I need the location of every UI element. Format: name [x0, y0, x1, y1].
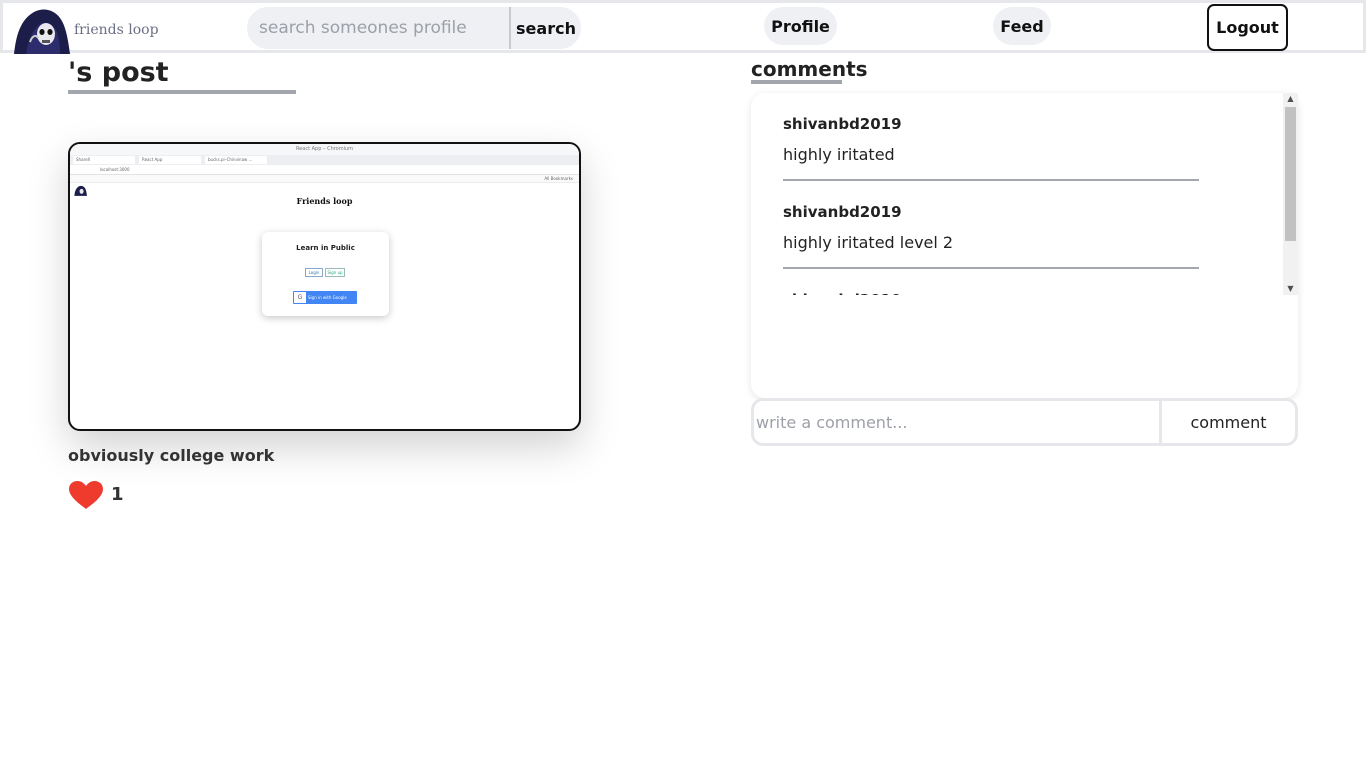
like-count: 1 — [111, 484, 124, 505]
post-image: React App – Chromium ShareX React App bu… — [68, 142, 581, 431]
mini-signup-button: Sign up — [325, 268, 345, 277]
mini-bookmark: All Bookmarks — [544, 176, 573, 181]
comments-list[interactable]: shivanbd2019 highly iritated shivanbd201… — [751, 93, 1298, 295]
mini-window-title: React App – Chromium — [70, 144, 579, 155]
mini-card-title: Learn in Public — [296, 244, 355, 252]
mini-bookmarks-bar: All Bookmarks — [70, 175, 579, 183]
comment-item: shivanbd2019 — [783, 269, 1199, 295]
post-title-underline — [68, 90, 296, 94]
comments-panel: shivanbd2019 highly iritated shivanbd201… — [751, 93, 1298, 398]
mini-tab: bucks.pi–Chinvinaw ... — [205, 156, 267, 164]
comment-input[interactable] — [751, 398, 1162, 446]
logo[interactable]: friends loop — [8, 6, 159, 54]
comment-username[interactable]: shivanbd2019 — [783, 291, 902, 295]
comment-username[interactable]: shivanbd2019 — [783, 203, 902, 221]
mini-reaper-logo-icon — [74, 185, 87, 196]
google-icon: G — [294, 292, 306, 303]
comment-item: shivanbd2019 highly iritated — [783, 93, 1199, 181]
post-caption: obviously college work — [68, 446, 275, 465]
comments-scrollbar[interactable]: ▲ ▼ — [1283, 93, 1298, 295]
mini-tab: React App — [139, 156, 201, 164]
nav-feed-link[interactable]: Feed — [993, 7, 1051, 45]
logo-text: friends loop — [74, 22, 159, 38]
mini-tab: ShareX — [73, 156, 135, 164]
navbar: friends loop search Profile Feed Logout — [0, 0, 1366, 54]
mini-login-button: Login — [305, 268, 323, 277]
comment-item: shivanbd2019 highly iritated level 2 — [783, 181, 1199, 269]
nav-profile-link[interactable]: Profile — [764, 7, 837, 45]
scroll-up-arrow-icon[interactable]: ▲ — [1283, 93, 1298, 105]
mini-google-button: G Sign in with Google — [293, 291, 357, 304]
post-title: 's post — [68, 57, 169, 88]
mini-url-bar: localhost:3000 — [70, 165, 579, 175]
scroll-down-arrow-icon[interactable]: ▼ — [1283, 283, 1298, 295]
comment-text: highly iritated level 2 — [783, 233, 954, 252]
comment-username[interactable]: shivanbd2019 — [783, 115, 902, 133]
mini-google-label: Sign in with Google — [308, 295, 347, 300]
heart-icon[interactable] — [68, 480, 104, 510]
comment-submit-button[interactable]: comment — [1162, 398, 1298, 446]
mini-heading: Friends loop — [296, 196, 353, 206]
comment-form: comment — [751, 398, 1298, 446]
search-input[interactable] — [247, 7, 509, 49]
search-button[interactable]: search — [509, 7, 581, 49]
comment-text: highly iritated — [783, 145, 895, 164]
comments-title: comments — [751, 57, 868, 81]
mini-tab-bar: ShareX React App bucks.pi–Chinvinaw ... — [70, 155, 579, 165]
search-bar: search — [247, 7, 581, 49]
reaper-logo-icon — [14, 9, 70, 54]
comments-title-underline — [751, 80, 842, 84]
mini-login-card: Learn in Public Login Sign up G Sign in … — [262, 232, 389, 316]
scrollbar-thumb[interactable] — [1285, 107, 1296, 241]
logout-button[interactable]: Logout — [1207, 4, 1288, 51]
